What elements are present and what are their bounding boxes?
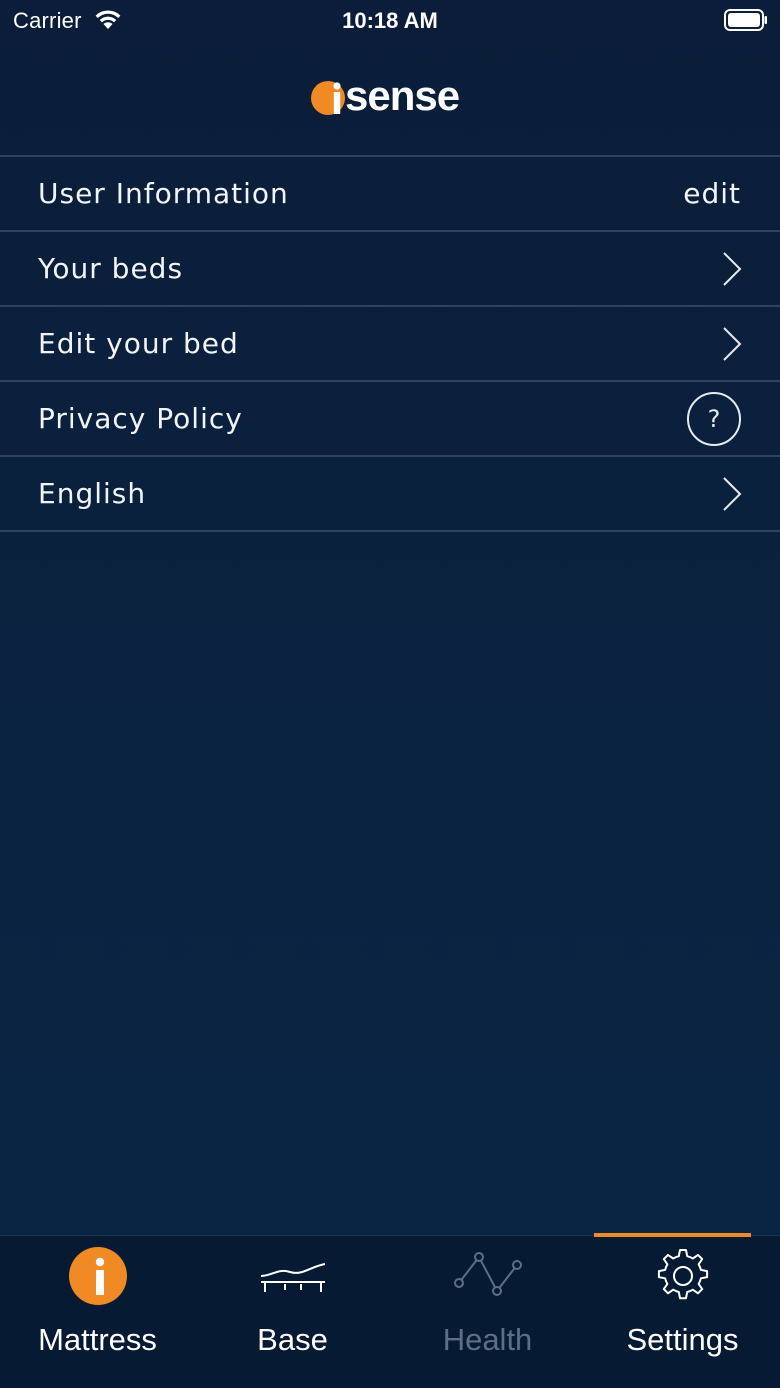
help-icon[interactable]: ? <box>687 391 741 446</box>
tab-base[interactable]: Base <box>195 1236 390 1388</box>
gear-icon <box>657 1249 708 1300</box>
tab-health[interactable]: Health <box>390 1236 585 1388</box>
tab-label: Health <box>442 1322 533 1357</box>
settings-row-privacy-policy[interactable]: Privacy Policy ? <box>0 382 780 457</box>
chevron-right-icon <box>723 476 742 511</box>
adjustable-base-icon <box>260 1263 325 1292</box>
status-bar: Carrier 10:18 AM <box>0 0 780 40</box>
info-icon <box>68 1247 127 1305</box>
info-glyph <box>95 1257 104 1295</box>
chevron-right-icon <box>723 251 742 286</box>
logo-i-glyph <box>333 82 341 114</box>
row-label: Privacy Policy <box>38 402 243 435</box>
isense-logo: sense <box>311 72 481 119</box>
active-tab-indicator <box>594 1233 751 1237</box>
tab-mattress[interactable]: Mattress <box>0 1236 195 1388</box>
settings-row-user-information[interactable]: User Information edit <box>0 157 780 232</box>
settings-row-edit-your-bed[interactable]: Edit your bed <box>0 307 780 382</box>
logo-text: sense <box>345 72 460 119</box>
settings-row-language[interactable]: English <box>0 457 780 532</box>
edit-user-info-link[interactable]: edit <box>683 177 741 210</box>
settings-row-your-beds[interactable]: Your beds <box>0 232 780 307</box>
battery-icon <box>724 9 767 31</box>
settings-list: User Information edit Your beds Edit you… <box>0 155 780 532</box>
tab-label: Settings <box>626 1322 739 1357</box>
tab-bar: Mattress Base Health Settings <box>0 1233 780 1388</box>
health-graph-icon <box>453 1252 522 1296</box>
tab-label: Base <box>257 1322 328 1357</box>
row-label: Your beds <box>38 252 184 285</box>
row-label: Edit your bed <box>38 327 239 360</box>
tab-label: Mattress <box>38 1322 157 1357</box>
row-label: User Information <box>38 177 289 210</box>
app-header: sense <box>0 40 780 155</box>
tab-settings[interactable]: Settings <box>585 1233 780 1388</box>
row-label: English <box>38 477 147 510</box>
chevron-right-icon <box>723 326 742 361</box>
status-time: 10:18 AM <box>342 8 438 33</box>
